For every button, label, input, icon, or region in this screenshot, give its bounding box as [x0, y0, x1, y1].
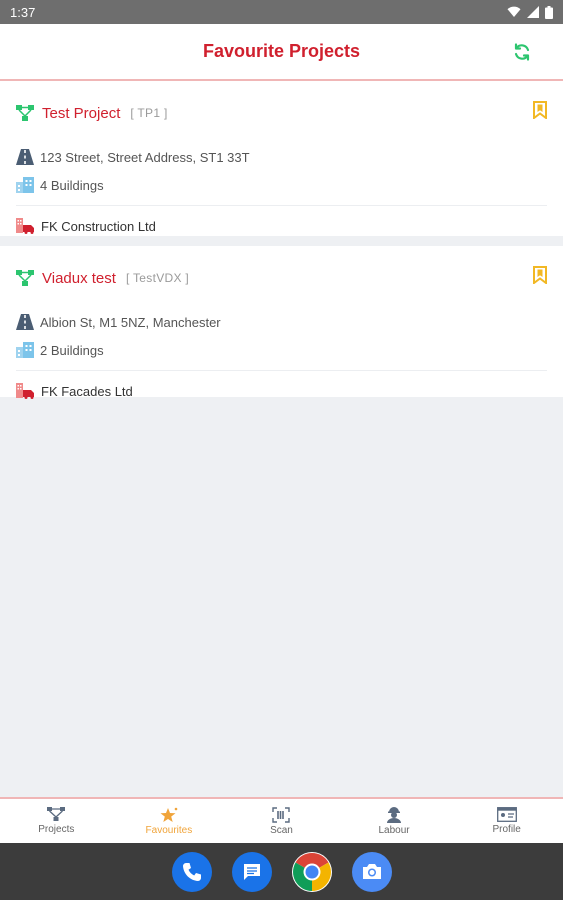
camera-app[interactable]: [351, 851, 392, 892]
address-row: 123 Street, Street Address, ST1 33T: [16, 143, 547, 171]
buildings-row: 4 Buildings: [16, 171, 547, 199]
android-dock: [0, 843, 563, 900]
project-address: Albion St, M1 5NZ, Manchester: [40, 314, 221, 330]
wifi-icon: [507, 6, 521, 17]
phone-app[interactable]: [171, 851, 212, 892]
battery-icon: [545, 5, 553, 19]
nav-scan[interactable]: Scan: [225, 799, 338, 843]
building-count: 4 Buildings: [40, 177, 104, 193]
phone-icon: [182, 862, 201, 881]
nav-projects[interactable]: Projects: [0, 799, 113, 843]
company-row: FK Facades Ltd: [16, 371, 547, 411]
nav-profile[interactable]: Profile: [450, 799, 563, 843]
projects-icon: [47, 807, 66, 821]
project-title-row: Viadux test [ TestVDX ]: [16, 246, 547, 308]
company-truck-icon: [16, 383, 34, 399]
bottom-nav: Projects Favourites Scan Labour Profile: [0, 797, 563, 843]
page-title: Favourite Projects: [202, 41, 361, 61]
refresh-button[interactable]: [511, 41, 533, 63]
scan-icon: [272, 806, 291, 823]
status-time: 1:37: [10, 4, 36, 20]
bookmark-icon[interactable]: [533, 266, 547, 284]
buildings-row: 2 Buildings: [16, 336, 547, 364]
buildings-icon: [16, 177, 34, 193]
refresh-icon: [514, 43, 530, 61]
company-name: FK Construction Ltd: [41, 218, 156, 234]
camera-icon: [362, 863, 381, 879]
status-icons: [507, 5, 553, 19]
project-card[interactable]: Viadux test [ TestVDX ] Albion St, M1 5N…: [0, 246, 563, 399]
company-name: FK Facades Ltd: [41, 383, 133, 399]
nav-label: Scan: [270, 824, 293, 836]
nav-label: Favourites: [145, 824, 193, 836]
company-row: FK Construction Ltd: [16, 206, 547, 246]
bookmark-icon[interactable]: [533, 101, 547, 119]
building-count: 2 Buildings: [40, 342, 104, 358]
nav-label: Labour: [378, 825, 410, 836]
company-truck-icon: [16, 218, 34, 234]
favourites-list: Test Project [ TP1 ] 123 Street, Street …: [0, 81, 563, 797]
profile-card-icon: [496, 807, 517, 822]
project-structure-icon: [16, 270, 34, 286]
project-address: 123 Street, Street Address, ST1 33T: [40, 149, 250, 165]
signal-icon: [527, 6, 539, 18]
status-bar: 1:37: [0, 0, 563, 24]
chrome-app[interactable]: [291, 851, 332, 892]
project-name[interactable]: Test Project: [42, 105, 120, 122]
project-name[interactable]: Viadux test: [42, 270, 116, 287]
address-row: Albion St, M1 5NZ, Manchester: [16, 308, 547, 336]
nav-favourites[interactable]: Favourites: [113, 799, 226, 843]
buildings-icon: [16, 342, 34, 358]
app-header: Favourite Projects: [0, 24, 563, 81]
nav-labour[interactable]: Labour: [338, 799, 451, 843]
project-card[interactable]: Test Project [ TP1 ] 123 Street, Street …: [0, 81, 563, 236]
star-icon: [160, 807, 178, 822]
project-code: [ TestVDX ]: [125, 271, 190, 285]
messages-icon: [243, 863, 260, 880]
road-icon: [16, 314, 34, 330]
messages-app[interactable]: [231, 851, 272, 892]
nav-label: Profile: [492, 824, 521, 835]
road-icon: [16, 149, 34, 165]
project-structure-icon: [16, 105, 34, 121]
project-title-row: Test Project [ TP1 ]: [16, 81, 547, 143]
chrome-icon: [292, 852, 331, 891]
project-code: [ TP1 ]: [130, 106, 168, 120]
nav-label: Projects: [38, 824, 75, 835]
worker-icon: [387, 807, 402, 823]
